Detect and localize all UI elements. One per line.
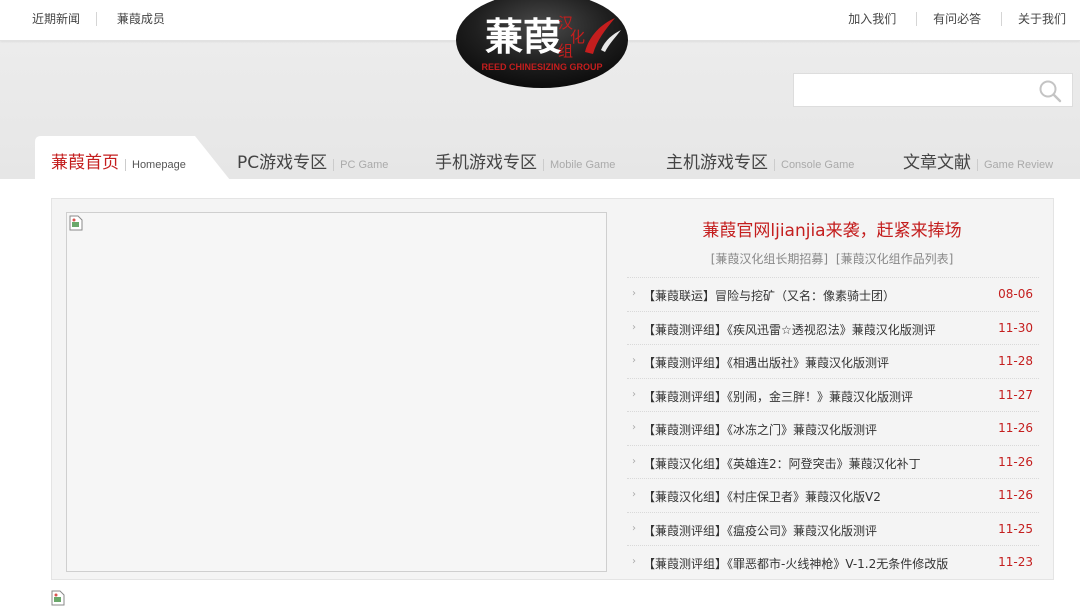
news-item-date: 11-26 xyxy=(998,454,1033,469)
list-item[interactable]: › 【蒹葭测评组】《罪恶都市-火线神枪》V-1.2无条件修改版 11-23 xyxy=(627,545,1039,579)
news-item-date: 11-30 xyxy=(998,320,1033,335)
tab-homepage-label: 蒹葭首页 xyxy=(51,153,119,173)
logo-main-text: 蒹葭 xyxy=(485,15,562,59)
broken-image-icon-bottom xyxy=(51,590,65,606)
tab-mobile-game-en: Mobile Game xyxy=(543,159,616,171)
news-sub-links: [蒹葭汉化组长期招募] [蒹葭汉化组作品列表] xyxy=(626,250,1038,267)
list-item[interactable]: › 【蒹葭测评组】《冰冻之门》蒹葭汉化版测评 11-26 xyxy=(627,411,1039,445)
tab-game-review-en: Game Review xyxy=(977,159,1054,171)
tab-pc-game[interactable]: PC游戏专区 PC Game xyxy=(237,148,389,173)
top-links-left: 近期新闻 蒹葭成员 xyxy=(32,12,165,26)
chevron-right-icon: › xyxy=(632,522,636,534)
recruit-link[interactable]: [蒹葭汉化组长期招募] xyxy=(711,252,828,266)
featured-slider[interactable] xyxy=(66,212,607,572)
news-item-date: 11-23 xyxy=(998,555,1033,569)
chevron-right-icon: › xyxy=(632,321,636,333)
logo-badge: 蒹葭 汉 化 组 REED CHINESIZING GROUP xyxy=(456,0,628,88)
tab-pc-game-en: PC Game xyxy=(333,159,389,171)
main-nav: 蒹葭首页 Homepage PC游戏专区 PC Game 手机游戏专区 Mobile … xyxy=(0,134,1080,180)
news-item-date: 11-27 xyxy=(998,387,1033,402)
tab-mobile-game-label: 手机游戏专区 xyxy=(435,153,537,173)
list-item[interactable]: › 【蒹葭测评组】《别闹，金三胖！》蒹葭汉化版测评 11-27 xyxy=(627,377,1039,412)
tab-console-game-en: Console Game xyxy=(774,159,855,171)
site-logo[interactable]: 蒹葭 汉 化 组 REED CHINESIZING GROUP xyxy=(455,0,629,88)
top-link-join[interactable]: 加入我们 xyxy=(848,12,896,26)
news-item-date: 11-25 xyxy=(998,521,1033,536)
list-item[interactable]: › 【蒹葭联运】冒险与挖矿（又名：像素骑士团） 08-06 xyxy=(627,277,1039,311)
news-item-title[interactable]: 【蒹葭测评组】《疾风迅雷☆透视忍法》蒹葭汉化版测评 xyxy=(643,321,936,338)
tab-console-game[interactable]: 主机游戏专区 Console Game xyxy=(666,148,855,173)
tab-game-review-label: 文章文献 xyxy=(903,153,971,173)
chevron-right-icon: › xyxy=(632,489,636,500)
tab-pc-game-label: PC游戏专区 xyxy=(237,153,328,173)
list-item[interactable]: › 【蒹葭测评组】《疾风迅雷☆透视忍法》蒹葭汉化版测评 11-30 xyxy=(627,310,1039,345)
top-link-members[interactable]: 蒹葭成员 xyxy=(117,12,165,26)
news-item-date: 11-26 xyxy=(998,488,1033,502)
chevron-right-icon: › xyxy=(632,288,636,299)
tab-homepage-en: Homepage xyxy=(125,159,186,171)
news-item-title[interactable]: 【蒹葭测评组】《冰冻之门》蒹葭汉化版测评 xyxy=(643,421,877,438)
news-list: › 【蒹葭联运】冒险与挖矿（又名：像素骑士团） 08-06 › 【蒹葭测评组】《疾风迅… xyxy=(627,277,1039,579)
news-item-title[interactable]: 【蒹葭测评组】《相遇出版社》蒹葭汉化版测评 xyxy=(643,354,889,371)
news-item-title[interactable]: 【蒹葭测评组】《别闹，金三胖！》蒹葭汉化版测评 xyxy=(643,388,913,405)
news-item-title[interactable]: 【蒹葭测评组】《瘟疫公司》蒹葭汉化版测评 xyxy=(643,522,877,539)
tab-game-review[interactable]: 文章文献 Game Review xyxy=(903,148,1054,173)
news-headline[interactable]: 蒹葭官网ljianjia来袭，赶紧来捧场 xyxy=(626,216,1038,241)
works-list-link[interactable]: [蒹葭汉化组作品列表] xyxy=(836,252,953,266)
news-item-date: 11-28 xyxy=(998,354,1033,368)
chevron-right-icon: › xyxy=(632,556,636,567)
search-icon[interactable] xyxy=(1038,79,1062,103)
top-link-faq[interactable]: 有问必答 xyxy=(916,12,981,26)
top-link-about[interactable]: 关于我们 xyxy=(1000,12,1066,26)
list-item[interactable]: › 【蒹葭汉化组】《英雄连2：阿登突击》蒹葭汉化补丁 11-26 xyxy=(627,444,1039,479)
search-box xyxy=(793,73,1073,107)
list-item[interactable]: › 【蒹葭测评组】《相遇出版社》蒹葭汉化版测评 11-28 xyxy=(627,344,1039,378)
news-item-title[interactable]: 【蒹葭测评组】《罪恶都市-火线神枪》V-1.2无条件修改版 xyxy=(643,555,948,572)
tab-console-game-label: 主机游戏专区 xyxy=(666,153,768,173)
tab-homepage[interactable]: 蒹葭首页 Homepage xyxy=(35,134,230,180)
search-input[interactable] xyxy=(800,75,1034,107)
chevron-right-icon: › xyxy=(632,388,636,400)
logo-side-3: 组 xyxy=(558,42,573,60)
top-link-news[interactable]: 近期新闻 xyxy=(32,12,98,26)
list-item[interactable]: › 【蒹葭汉化组】《村庄保卫者》蒹葭汉化版V2 11-26 xyxy=(627,478,1039,512)
news-item-title[interactable]: 【蒹葭汉化组】《村庄保卫者》蒹葭汉化版V2 xyxy=(643,488,881,505)
chevron-right-icon: › xyxy=(632,455,636,467)
list-item[interactable]: › 【蒹葭测评组】《瘟疫公司》蒹葭汉化版测评 11-25 xyxy=(627,511,1039,546)
news-item-title[interactable]: 【蒹葭联运】冒险与挖矿（又名：像素骑士团） xyxy=(643,287,895,304)
news-item-date: 11-26 xyxy=(998,421,1033,435)
tab-mobile-game[interactable]: 手机游戏专区 Mobile Game xyxy=(435,148,616,173)
news-item-title[interactable]: 【蒹葭汉化组】《英雄连2：阿登突击》蒹葭汉化补丁 xyxy=(643,455,921,472)
chevron-right-icon: › xyxy=(632,422,636,433)
news-item-date: 08-06 xyxy=(998,287,1033,301)
chevron-right-icon: › xyxy=(632,355,636,366)
broken-image-icon xyxy=(69,215,83,231)
top-links-right: 加入我们 有问必答 关于我们 xyxy=(848,12,1066,26)
logo-subtitle: REED CHINESIZING GROUP xyxy=(481,62,602,72)
